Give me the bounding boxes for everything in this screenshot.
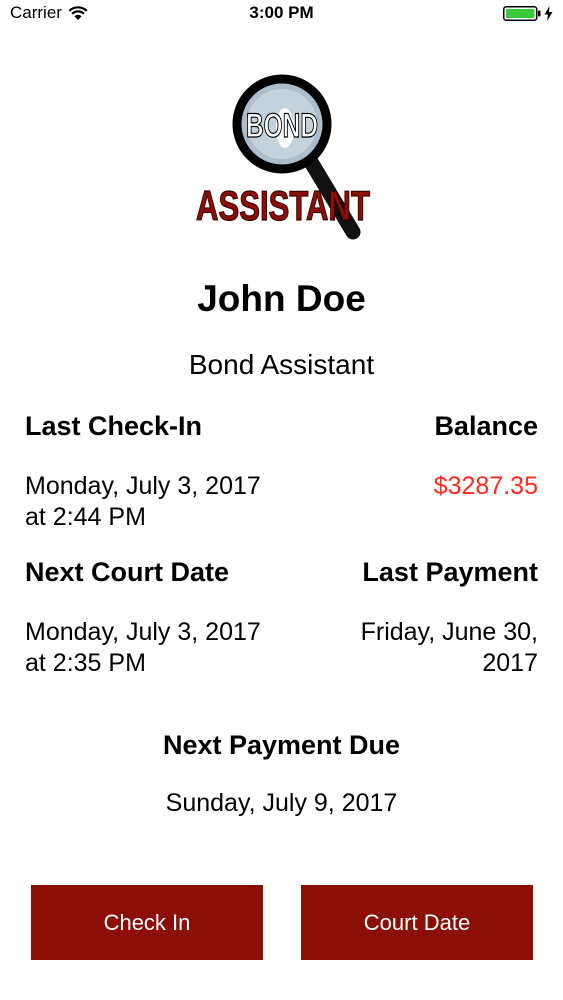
next-court-date-time: at 2:35 PM xyxy=(25,649,146,677)
balance-label: Balance xyxy=(434,411,538,441)
charging-bolt-icon xyxy=(544,6,553,21)
last-payment-value: Friday, June 30, 2017 xyxy=(361,617,538,679)
logo-assistant-text: ASSISTANT xyxy=(196,182,370,229)
next-payment-due-label: Next Payment Due xyxy=(162,730,401,760)
status-bar: Carrier 3:00 PM xyxy=(0,0,563,28)
last-payment-line2: 2017 xyxy=(482,649,538,677)
last-payment-line1: Friday, June 30, xyxy=(360,618,538,646)
battery-indicator xyxy=(503,6,553,21)
bond-assistant-logo: BOND ASSISTANT xyxy=(195,74,371,240)
client-role: Bond Assistant xyxy=(188,349,375,380)
next-court-date-date: Monday, July 3, 2017 xyxy=(25,618,261,646)
logo-bond-text: BOND xyxy=(246,107,318,145)
check-in-button[interactable]: Check In xyxy=(31,885,263,960)
battery-icon xyxy=(503,6,541,21)
balance-value: $3287.35 xyxy=(433,472,538,500)
next-court-date-value: Monday, July 3, 2017 at 2:35 PM xyxy=(25,617,261,679)
last-check-in-label: Last Check-In xyxy=(25,411,203,441)
next-court-date-label: Next Court Date xyxy=(25,557,230,587)
court-date-button[interactable]: Court Date xyxy=(301,885,533,960)
last-check-in-time: at 2:44 PM xyxy=(25,503,146,531)
next-payment-due-value: Sunday, July 9, 2017 xyxy=(165,789,398,817)
last-check-in-value: Monday, July 3, 2017 at 2:44 PM xyxy=(25,471,261,533)
client-name: John Doe xyxy=(197,278,366,319)
status-time: 3:00 PM xyxy=(249,3,314,22)
last-payment-label: Last Payment xyxy=(362,557,538,587)
last-check-in-date: Monday, July 3, 2017 xyxy=(25,472,261,500)
